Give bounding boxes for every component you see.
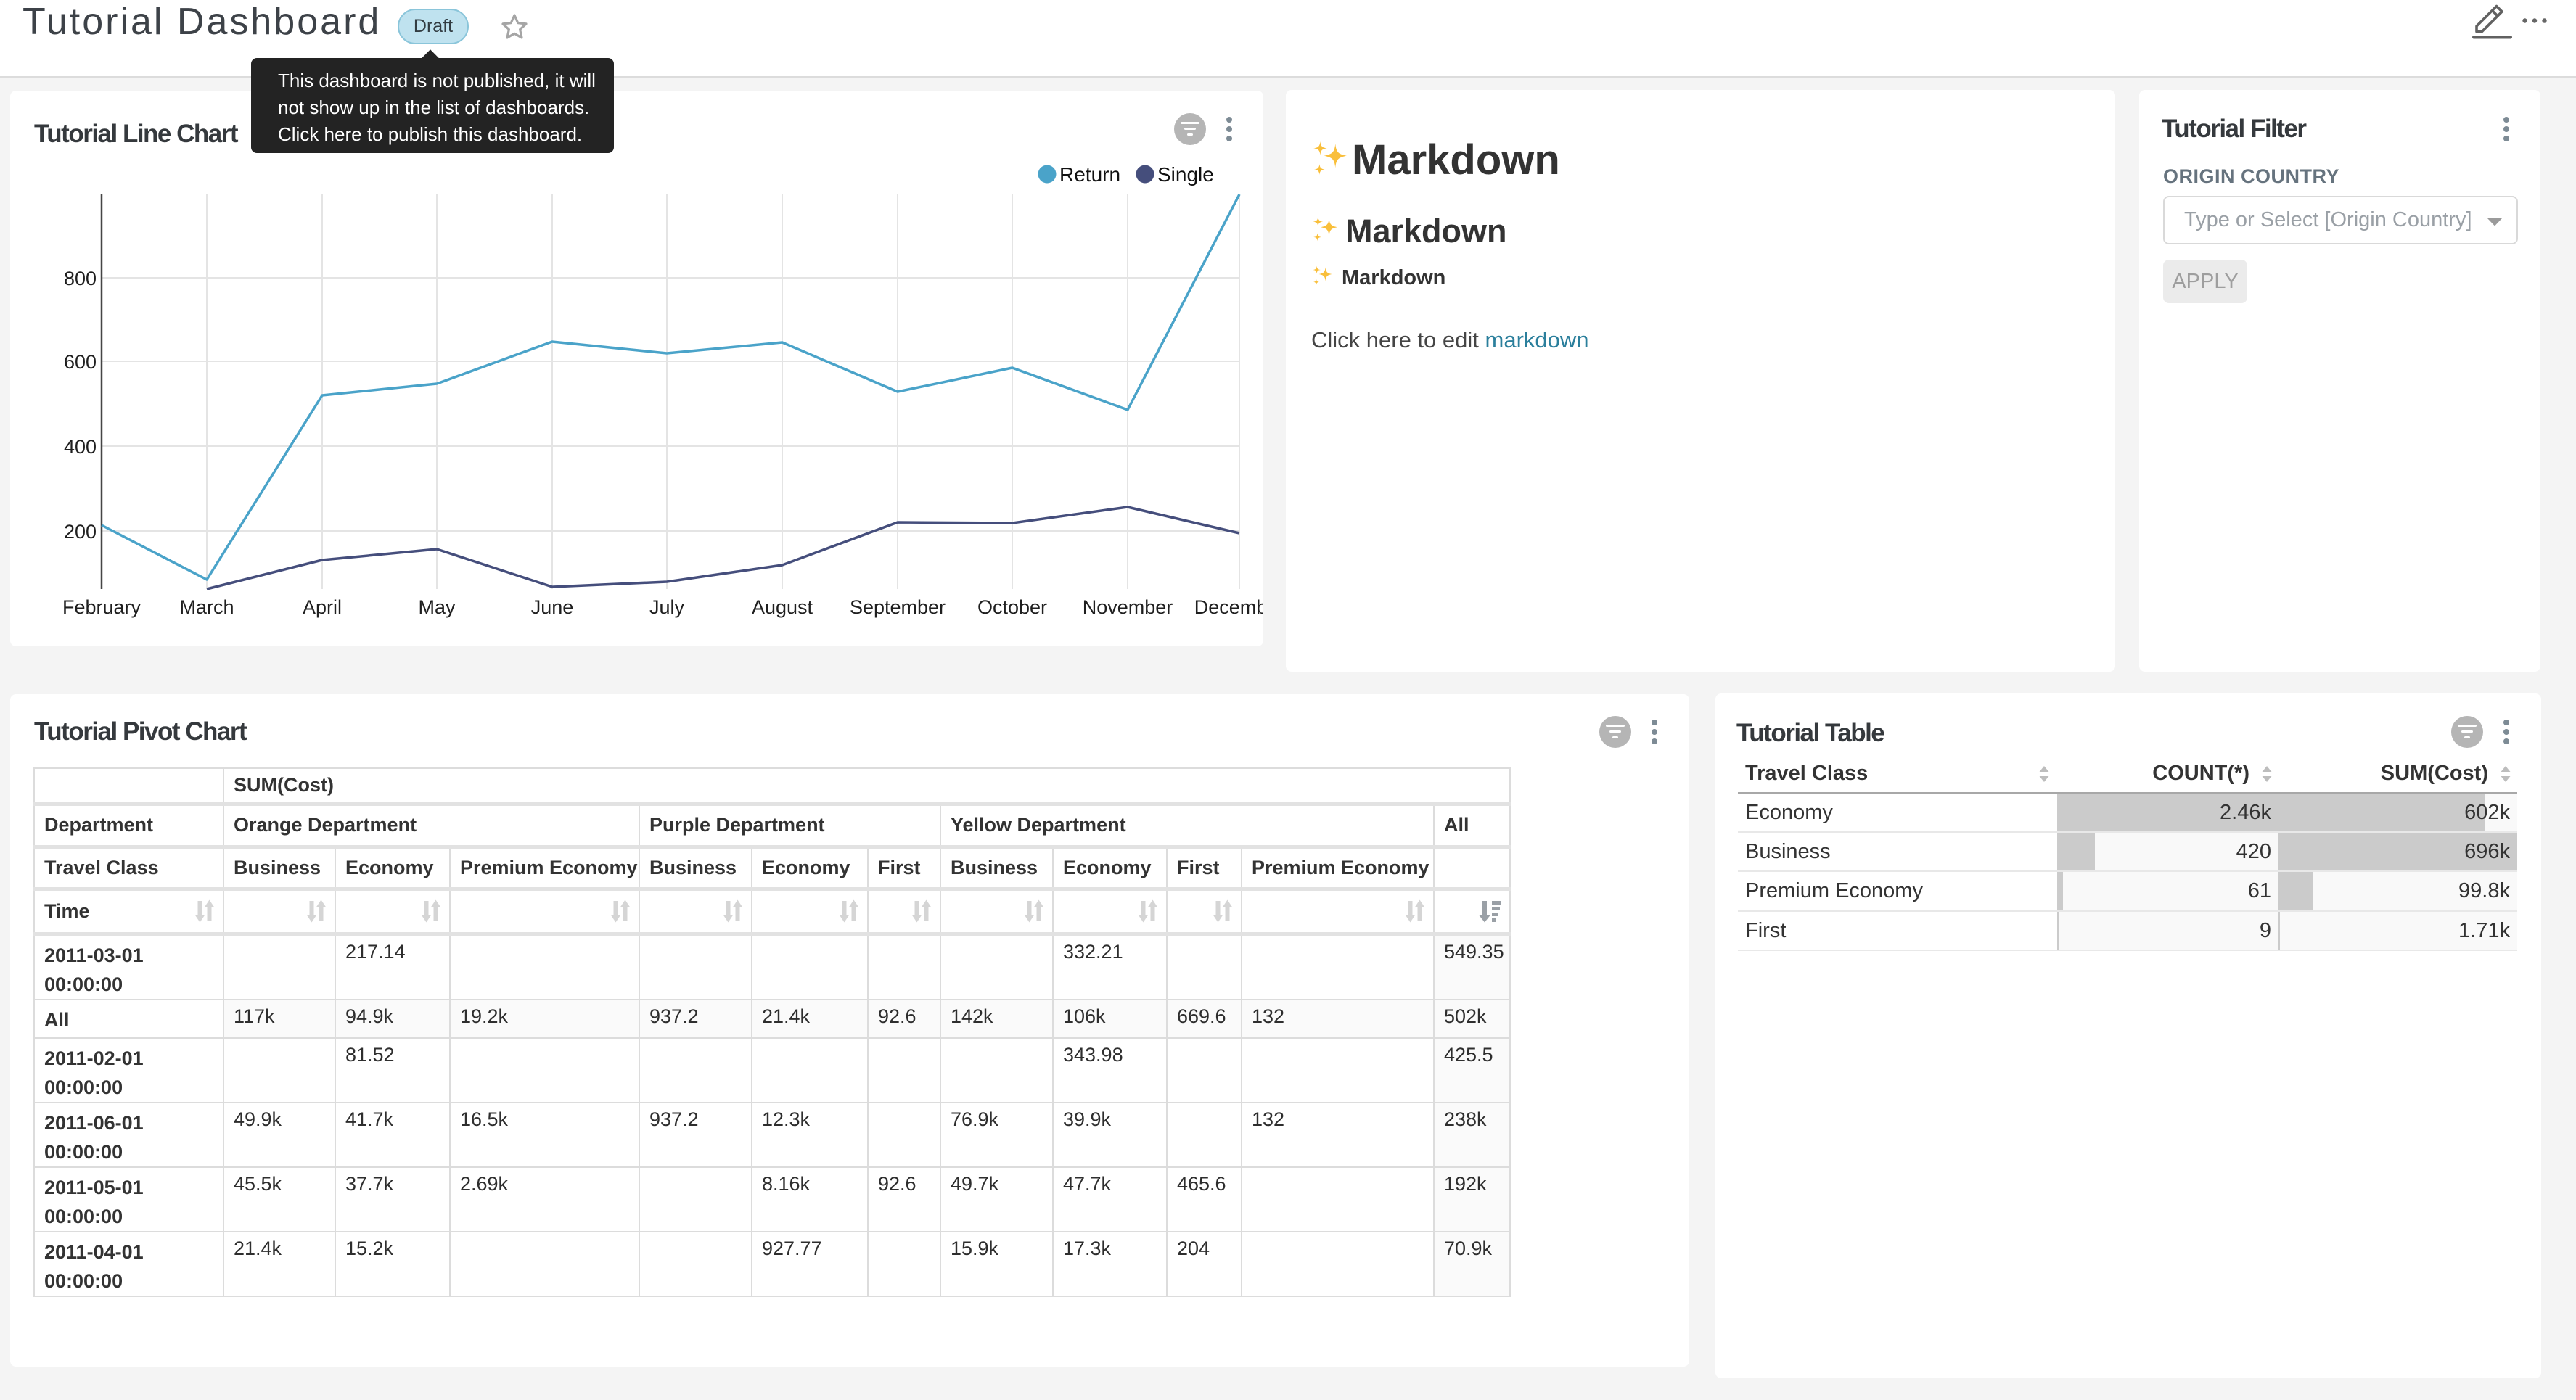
svg-text:400: 400 — [64, 436, 97, 458]
svg-text:June: June — [531, 596, 574, 618]
svg-text:April: April — [303, 596, 342, 618]
svg-text:October: October — [977, 596, 1047, 618]
svg-text:December: December — [1194, 596, 1263, 618]
svg-text:September: September — [850, 596, 946, 618]
svg-text:800: 800 — [64, 268, 97, 289]
svg-text:Single: Single — [1157, 163, 1214, 186]
svg-text:March: March — [179, 596, 234, 618]
svg-text:November: November — [1083, 596, 1173, 618]
svg-text:July: July — [649, 596, 685, 618]
svg-text:August: August — [752, 596, 813, 618]
svg-text:200: 200 — [64, 521, 97, 543]
svg-text:February: February — [62, 596, 141, 618]
svg-text:May: May — [418, 596, 456, 618]
svg-text:Return: Return — [1059, 163, 1120, 186]
svg-text:600: 600 — [64, 351, 97, 373]
